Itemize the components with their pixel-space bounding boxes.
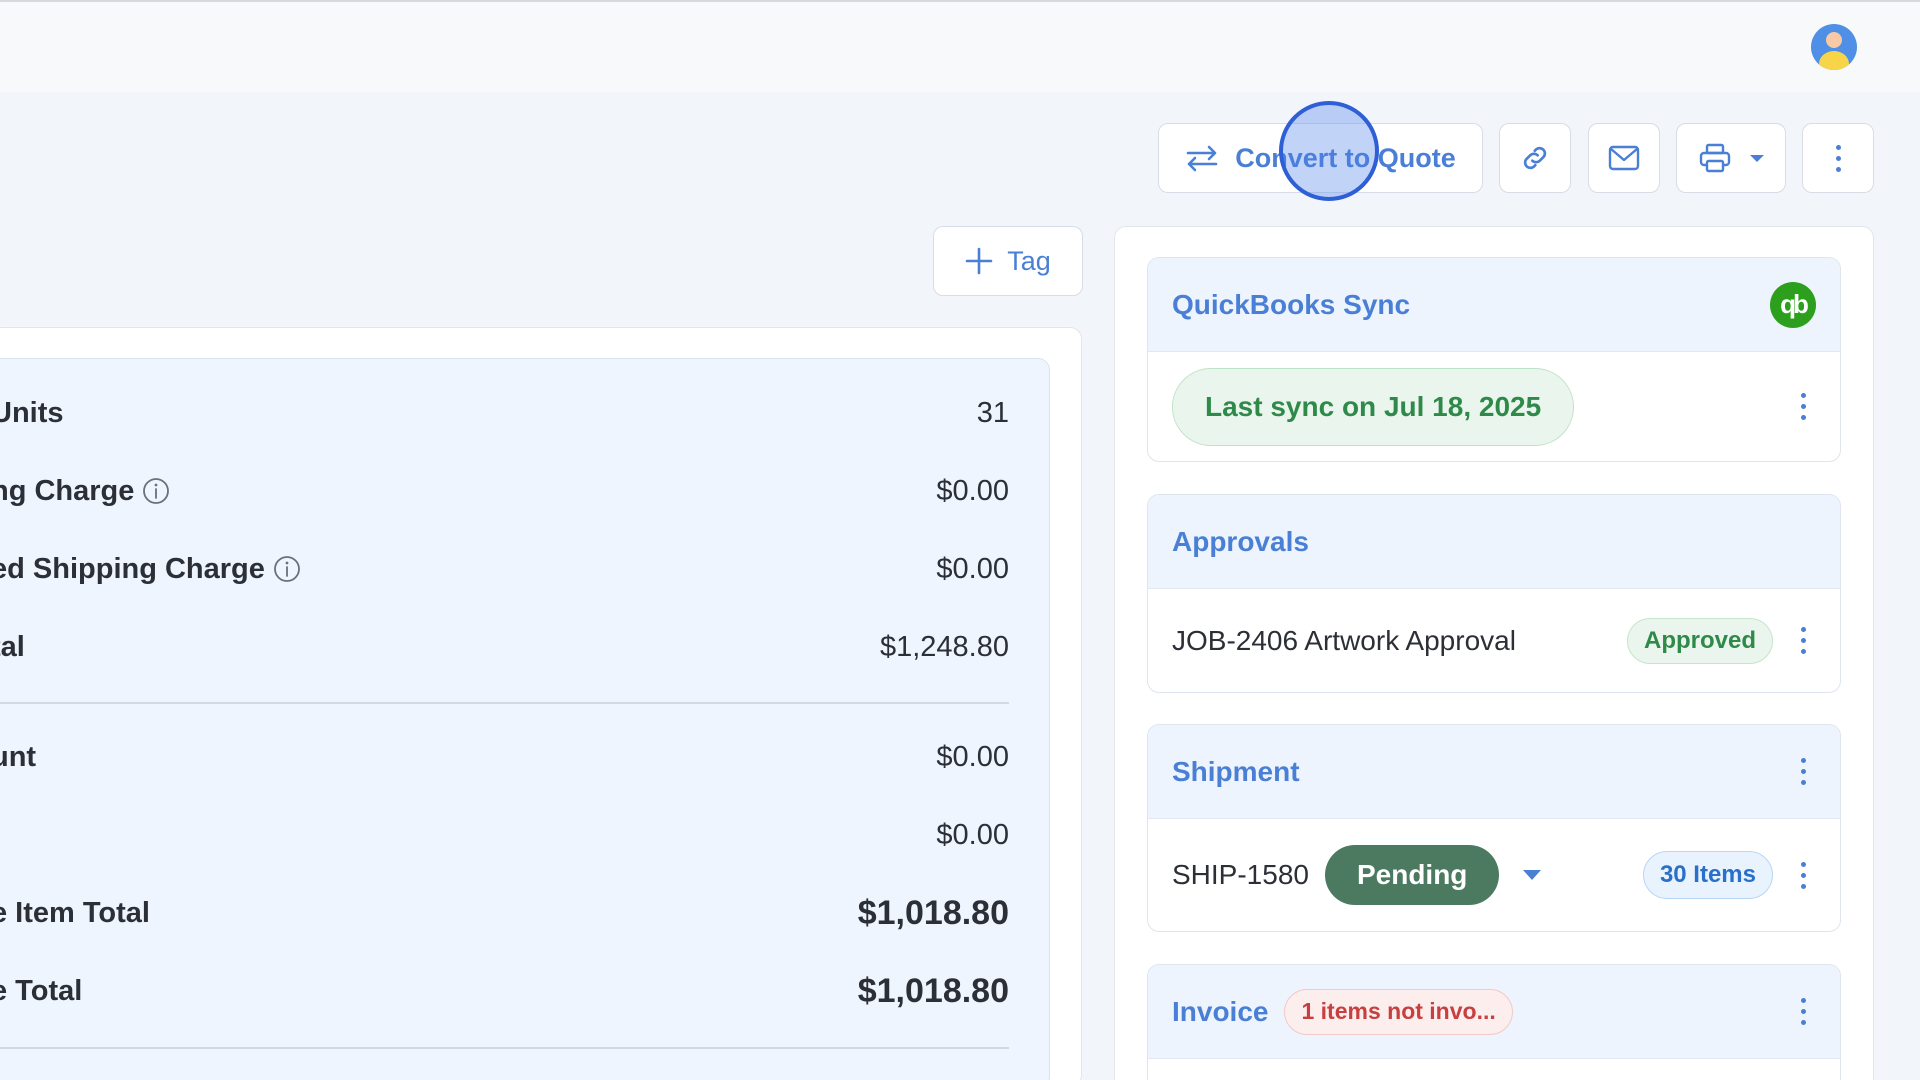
kebab-icon[interactable] <box>1791 994 1816 1029</box>
card-title: Invoice <box>1172 995 1269 1027</box>
summary-divider <box>0 702 1009 704</box>
summary-label: ed Shipping Charge <box>0 552 265 585</box>
card-header: Invoice 1 items not invo... <box>1148 965 1840 1059</box>
summary-label: e Total <box>0 974 83 1007</box>
summary-row-discount: unt $0.00 <box>0 737 1009 777</box>
card-title: QuickBooks Sync <box>1172 288 1411 320</box>
summary-value: $0.00 <box>936 818 1009 851</box>
summary-row-units: Units 31 <box>0 393 1009 433</box>
shipment-status-dropdown[interactable]: Pending <box>1324 845 1500 905</box>
card-header: QuickBooks Sync qb <box>1148 258 1840 352</box>
kebab-icon[interactable] <box>1791 754 1816 789</box>
info-icon[interactable] <box>142 477 170 505</box>
summary-value: $1,248.80 <box>879 630 1009 663</box>
approvals-card: Approvals JOB-2406 Artwork Approval Appr… <box>1147 494 1841 693</box>
summary-value: $1,018.80 <box>857 893 1009 932</box>
summary-label: tal <box>0 630 25 663</box>
card-body: Last sync on Jul 18, 2025 <box>1148 352 1840 461</box>
summary-label-wrap: ng Charge <box>0 475 170 508</box>
summary-row-subtotal: tal $1,248.80 <box>0 627 1009 667</box>
sync-status-badge: Last sync on Jul 18, 2025 <box>1172 367 1575 446</box>
info-icon[interactable] <box>273 555 301 583</box>
summary-row-total: e Total $1,018.80 <box>0 971 1009 1011</box>
summary-value: 31 <box>976 396 1009 429</box>
summary-label: Units <box>0 396 64 429</box>
add-tag-button[interactable]: Tag <box>933 226 1083 296</box>
card-body: JOB-2406 Artwork Approval Approved <box>1148 589 1840 692</box>
invoice-header-left: Invoice 1 items not invo... <box>1172 988 1513 1035</box>
summary-label: e Item Total <box>0 896 150 929</box>
shipment-actions: 30 Items <box>1642 851 1816 899</box>
summary-label-wrap: ed Shipping Charge <box>0 553 301 586</box>
card-body: SHIP-1580 Pending 30 Items <box>1148 819 1840 931</box>
summary-value: $0.00 <box>936 474 1009 507</box>
email-button[interactable] <box>1588 123 1660 193</box>
shipment-card: Shipment SHIP-1580 Pending 30 Items <box>1147 724 1841 932</box>
card-title: Shipment <box>1172 755 1300 787</box>
summary-row-tax: $0.00 <box>0 815 1009 855</box>
summary-divider <box>0 1047 1009 1049</box>
swap-arrows-icon <box>1185 144 1219 172</box>
quickbooks-logo-icon: qb <box>1770 281 1816 328</box>
summary-value: $0.00 <box>936 552 1009 585</box>
print-button[interactable] <box>1676 123 1786 193</box>
kebab-icon[interactable] <box>1791 858 1816 893</box>
plus-icon <box>965 247 993 275</box>
tag-label: Tag <box>1007 245 1051 276</box>
mail-icon <box>1608 144 1640 172</box>
user-avatar[interactable] <box>1811 24 1857 70</box>
shipment-id-link[interactable]: SHIP-1580 <box>1172 859 1309 891</box>
order-summary: Units 31 ng Charge $0.00 ed Shipping Cha… <box>0 358 1050 1080</box>
link-icon <box>1519 142 1551 174</box>
more-actions-button[interactable] <box>1802 123 1874 193</box>
kebab-icon[interactable] <box>1791 389 1816 424</box>
top-bar <box>0 0 1920 92</box>
summary-row-line-item-total: e Item Total $1,018.80 <box>0 893 1009 933</box>
card-title: Approvals <box>1172 525 1309 557</box>
approval-actions: Approved <box>1626 617 1816 664</box>
avatar-head <box>1826 32 1842 48</box>
approval-item-link[interactable]: JOB-2406 Artwork Approval <box>1172 625 1516 657</box>
convert-to-quote-button[interactable]: Convert to Quote <box>1158 123 1483 193</box>
card-header: Approvals <box>1148 495 1840 589</box>
invoice-card: Invoice 1 items not invo... <box>1147 964 1841 1080</box>
shipment-info: SHIP-1580 Pending <box>1172 845 1542 905</box>
status-badge: Approved <box>1626 617 1773 664</box>
not-invoiced-badge: 1 items not invo... <box>1284 988 1513 1035</box>
summary-value: $0.00 <box>936 740 1009 773</box>
copy-link-button[interactable] <box>1499 123 1571 193</box>
kebab-icon[interactable] <box>1791 623 1816 658</box>
card-header: Shipment <box>1148 725 1840 819</box>
avatar-body <box>1819 51 1849 70</box>
convert-to-quote-label: Convert to Quote <box>1235 142 1456 173</box>
chevron-down-icon <box>1750 154 1764 162</box>
quickbooks-sync-card: QuickBooks Sync qb Last sync on Jul 18, … <box>1147 257 1841 462</box>
chevron-down-icon[interactable] <box>1523 870 1542 880</box>
printer-icon <box>1698 142 1732 174</box>
summary-row-shipping: ed Shipping Charge $0.00 <box>0 549 1009 589</box>
summary-label: ng Charge <box>0 474 135 507</box>
kebab-icon <box>1826 141 1851 176</box>
summary-value: $1,018.80 <box>857 971 1009 1010</box>
summary-label: unt <box>0 740 37 773</box>
items-count-badge[interactable]: 30 Items <box>1642 851 1773 899</box>
summary-row-charge: ng Charge $0.00 <box>0 471 1009 511</box>
